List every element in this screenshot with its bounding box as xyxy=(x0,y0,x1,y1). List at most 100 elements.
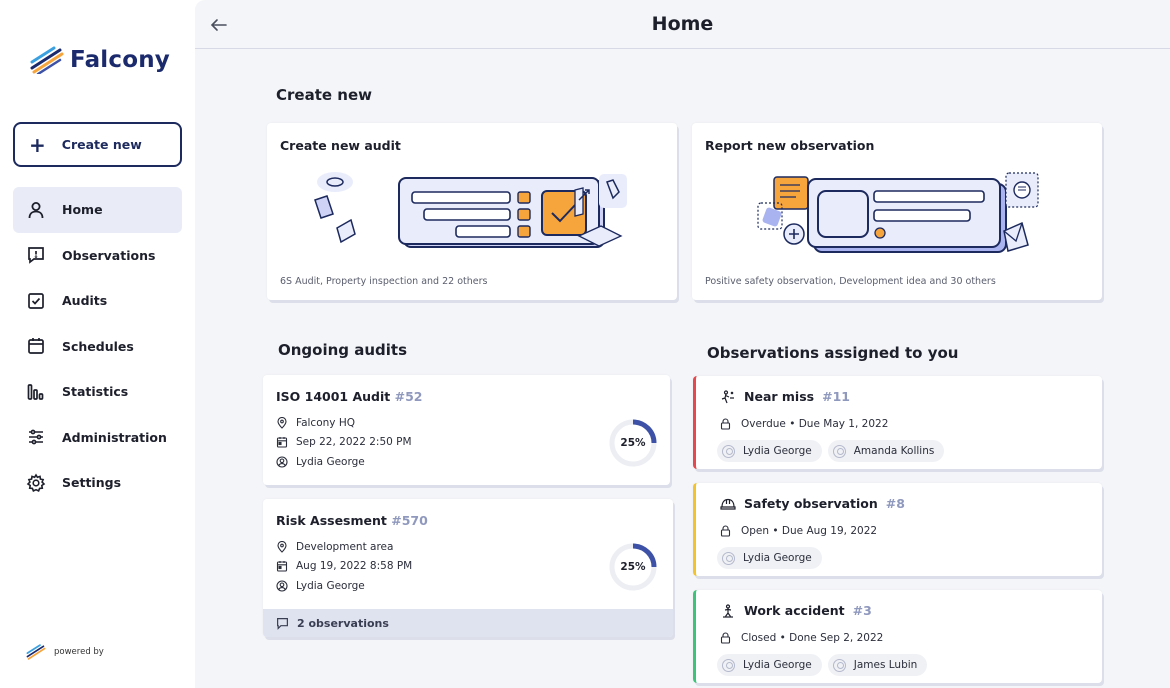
plus-icon: + xyxy=(29,132,46,157)
falcony-small-logo-icon xyxy=(26,644,46,660)
observation-card-work-accident[interactable]: Work accident #3 Closed • Done Sep 2, 20… xyxy=(693,590,1102,683)
assignee-chip[interactable]: Amanda Kollins xyxy=(827,440,945,462)
audit-date: Aug 19, 2022 8:58 PM xyxy=(296,560,413,572)
audit-location-row: Falcony HQ xyxy=(276,417,355,429)
location-pin-icon xyxy=(277,541,287,553)
audit-person-row: Lydia George xyxy=(276,580,365,592)
audit-progress-label: 25% xyxy=(620,437,646,449)
report-observation-title: Report new observation xyxy=(705,138,875,153)
sidebar-item-label: Home xyxy=(62,202,103,218)
sidebar-item-statistics[interactable]: Statistics xyxy=(13,369,182,415)
observation-status: Overdue • Due May 1, 2022 xyxy=(741,418,889,430)
location-pin-icon xyxy=(277,417,287,429)
observation-title: Near miss #11 xyxy=(720,389,850,404)
sidebar-item-settings[interactable]: Settings xyxy=(13,460,182,506)
avatar xyxy=(832,444,846,458)
observation-title: Work accident #3 xyxy=(720,603,872,618)
report-observation-subtitle: Positive safety observation, Development… xyxy=(705,276,996,287)
sidebar-item-schedules[interactable]: Schedules xyxy=(13,324,182,370)
sidebar-item-label: Audits xyxy=(62,293,108,309)
powered-by-label: powered by xyxy=(54,647,104,657)
avatar xyxy=(722,658,735,672)
assignee-name: Lydia George xyxy=(743,552,812,564)
observation-number: #8 xyxy=(885,496,905,511)
falcony-logo[interactable]: Falcony xyxy=(30,46,170,74)
top-bar: Home xyxy=(195,0,1170,49)
audit-location-row: Development area xyxy=(276,541,393,553)
audit-card-risk-assesment[interactable]: Risk Assesment #570 Development area Aug… xyxy=(263,499,673,637)
audit-illustration xyxy=(314,172,627,248)
assignee-name: Lydia George xyxy=(743,445,812,457)
falcony-logo-icon xyxy=(30,46,64,74)
message-alert-icon xyxy=(28,247,44,264)
sidebar-item-label: Settings xyxy=(62,475,122,491)
observation-card-safety[interactable]: Safety observation #8 Open • Due Aug 19,… xyxy=(693,483,1102,576)
gear-icon xyxy=(26,473,46,492)
audit-observations-count: 2 observations xyxy=(297,616,389,630)
assignee-name: Amanda Kollins xyxy=(853,445,935,457)
observation-status: Open • Due Aug 19, 2022 xyxy=(741,525,878,537)
observation-number: #11 xyxy=(822,389,850,404)
sidebar-item-label: Statistics xyxy=(62,384,129,400)
audit-progress-ring: 25% xyxy=(609,543,657,591)
audit-number: #52 xyxy=(394,389,423,404)
user-circle-icon xyxy=(276,580,288,592)
sidebar-item-administration[interactable]: Administration xyxy=(13,415,182,461)
lock-icon xyxy=(720,418,731,430)
create-audit-card[interactable]: Create new audit 6S Audit, Property insp… xyxy=(267,123,677,300)
sidebar-item-label: Administration xyxy=(62,429,167,445)
message-icon xyxy=(277,617,288,630)
create-new-label: Create new xyxy=(61,137,142,152)
create-new-button[interactable]: + Create new xyxy=(13,122,182,167)
audit-date-row: Sep 22, 2022 2:50 PM xyxy=(276,436,412,448)
create-audit-title: Create new audit xyxy=(280,138,401,153)
sidebar-item-home[interactable]: Home xyxy=(13,187,182,233)
assignee-chip[interactable]: James Lubin xyxy=(827,654,928,676)
create-new-heading: Create new xyxy=(276,86,372,104)
audit-progress-label: 25% xyxy=(620,561,646,573)
observation-number: #3 xyxy=(852,603,872,618)
observation-illustration xyxy=(757,172,1039,253)
audit-card-iso-14001[interactable]: ISO 14001 Audit #52 Falcony HQ Sep 22, 2… xyxy=(263,375,670,485)
brand-name: Falcony xyxy=(70,47,170,73)
sidebar-item-audits[interactable]: Audits xyxy=(13,278,182,324)
user-circle-icon xyxy=(276,456,288,468)
bar-chart-icon xyxy=(27,383,44,400)
sidebar-item-label: Schedules xyxy=(62,338,134,354)
audit-location: Development area xyxy=(296,541,394,553)
observation-card-near-miss[interactable]: Near miss #11 Overdue • Due May 1, 2022 … xyxy=(693,376,1102,469)
lock-icon xyxy=(720,632,731,644)
observations-assigned-heading: Observations assigned to you xyxy=(707,344,959,362)
assignee-name: Lydia George xyxy=(743,659,812,671)
observation-name: Safety observation xyxy=(744,496,878,511)
observation-name: Near miss xyxy=(744,389,815,404)
avatar xyxy=(722,551,735,565)
assignee-chips: Lydia George James Lubin xyxy=(717,654,928,676)
audit-date-row: Aug 19, 2022 8:58 PM xyxy=(276,560,412,572)
assignee-chip[interactable]: Lydia George xyxy=(717,440,822,462)
assignee-chips: Lydia George xyxy=(717,547,822,569)
avatar xyxy=(722,444,735,458)
hard-hat-icon xyxy=(720,498,736,510)
calendar-icon xyxy=(276,437,288,448)
calendar-icon xyxy=(28,338,44,355)
observation-status-row: Closed • Done Sep 2, 2022 xyxy=(720,632,883,644)
observation-status-row: Open • Due Aug 19, 2022 xyxy=(720,525,877,537)
audit-person: Lydia George xyxy=(296,580,365,592)
assignee-chips: Lydia George Amanda Kollins xyxy=(717,440,945,462)
observation-status: Closed • Done Sep 2, 2022 xyxy=(741,632,884,644)
assignee-chip[interactable]: Lydia George xyxy=(717,547,822,569)
audit-date: Sep 22, 2022 2:50 PM xyxy=(296,436,412,448)
audit-observations-footer[interactable]: 2 observations xyxy=(263,609,673,637)
audit-location: Falcony HQ xyxy=(296,417,355,429)
observation-name: Work accident xyxy=(744,603,845,618)
checkbox-icon xyxy=(28,292,44,309)
assignee-chip[interactable]: Lydia George xyxy=(717,654,822,676)
sidebar-item-observations[interactable]: Observations xyxy=(13,233,182,279)
audit-name: ISO 14001 Audit xyxy=(276,389,391,404)
avatar xyxy=(832,658,846,672)
lock-icon xyxy=(720,525,731,537)
near-miss-icon xyxy=(721,389,734,403)
observation-status-row: Overdue • Due May 1, 2022 xyxy=(720,418,888,430)
report-observation-card[interactable]: Report new observation Positive safety o… xyxy=(692,123,1102,300)
